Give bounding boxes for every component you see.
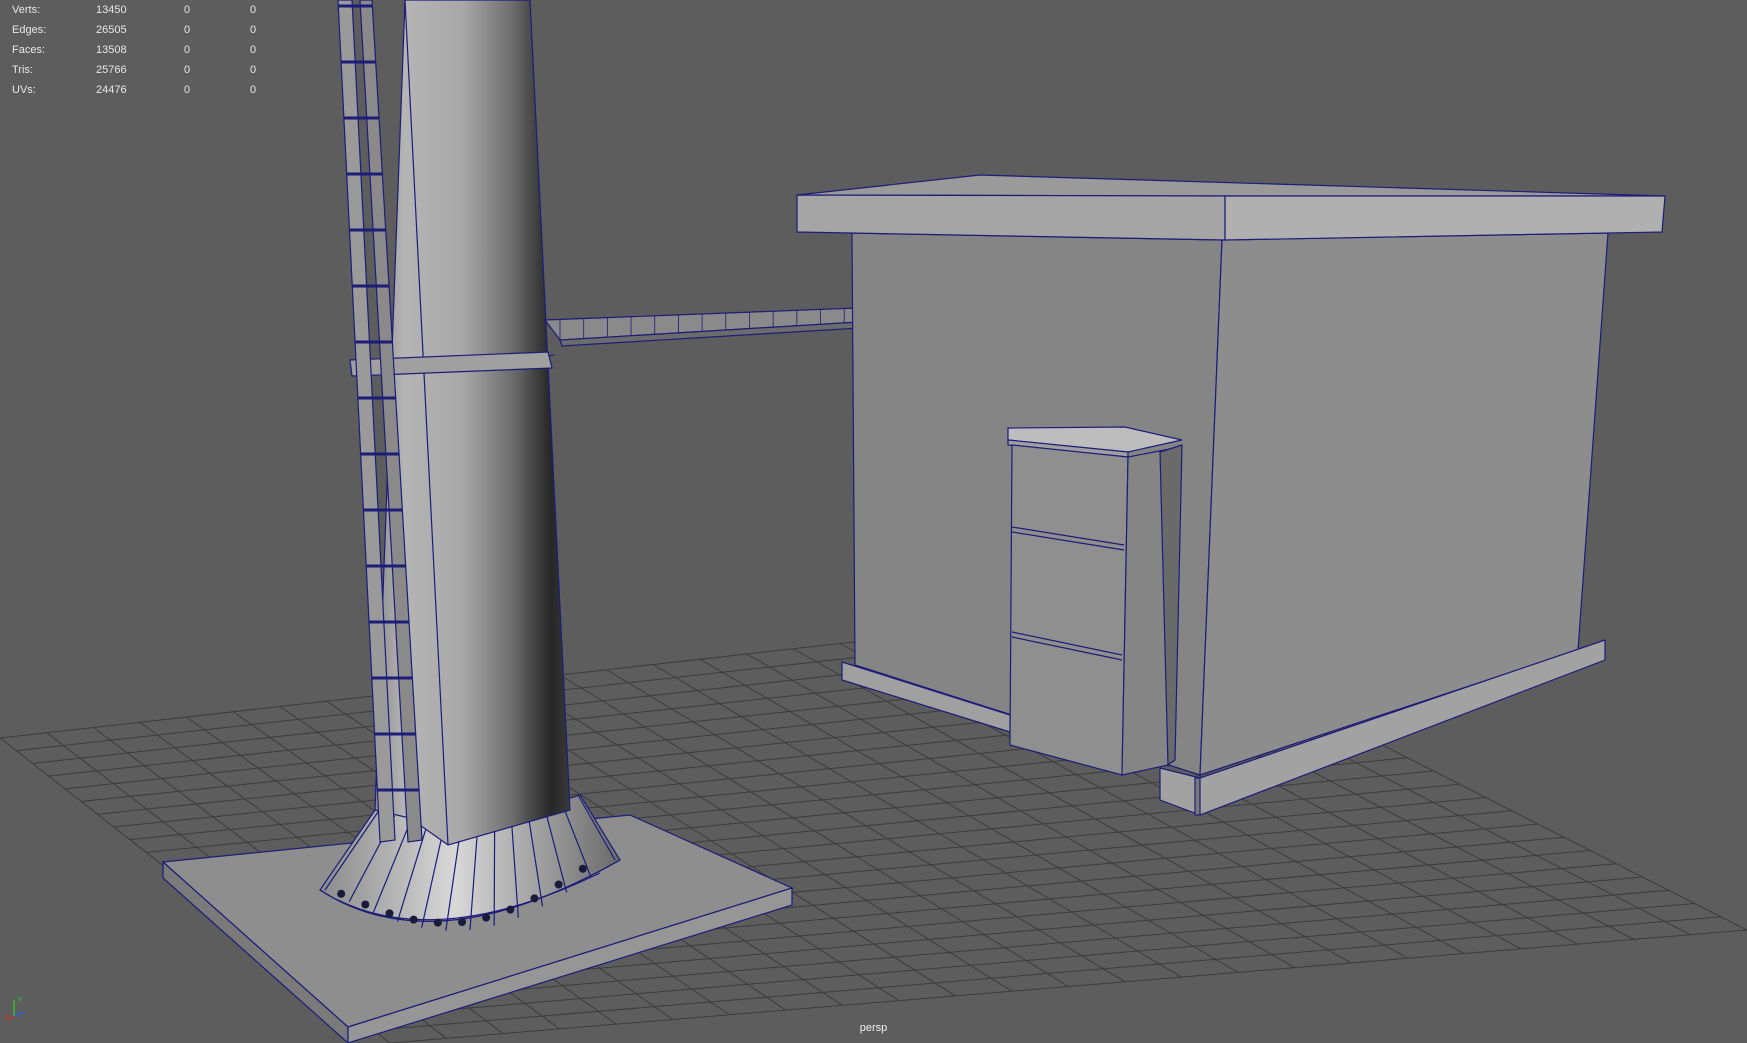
hud-value: 13508 [96,44,127,56]
hud-label: Edges: [12,24,47,36]
anchor-bolt [385,909,394,918]
hud-row-faces: Faces: 13508 0 0 [12,40,282,60]
hud-row-uvs: UVs: 24476 0 0 [12,80,282,100]
hud-value: 0 [250,84,257,96]
anchor-bolt [506,905,515,914]
hud-value: 0 [184,44,191,56]
anchor-bolt [433,918,442,927]
electrical-cabinet[interactable] [1007,426,1183,776]
hud-value: 0 [184,24,191,36]
anchor-bolt [578,864,587,873]
hud-label: UVs: [12,84,36,96]
hud-label: Tris: [12,64,33,76]
hud-value: 0 [250,4,257,16]
hud-row-verts: Verts: 13450 0 0 [12,0,282,20]
hud-value: 13450 [96,4,127,16]
utility-building[interactable] [796,174,1666,816]
hud-value: 0 [184,4,191,16]
anchor-bolt [530,894,539,903]
poly-count-hud: Verts: 13450 0 0 Edges: 26505 0 0 Faces:… [12,0,282,100]
hud-value: 26505 [96,24,127,36]
anchor-bolt [361,900,370,909]
anchor-bolt [554,880,563,889]
axis-y-label: y [18,994,22,1003]
anchor-bolt [409,915,418,924]
perspective-viewport[interactable] [0,0,1747,1043]
camera-name-label: persp [859,1022,888,1034]
flange-rib [493,821,496,926]
hud-value: 25766 [96,64,127,76]
anchor-bolt [458,918,466,926]
hud-value: 0 [184,84,191,96]
hud-label: Faces: [12,44,46,56]
hud-row-edges: Edges: 26505 0 0 [12,20,282,40]
hud-value: 0 [250,24,257,36]
hud-value: 0 [184,64,191,76]
hud-value: 24476 [96,84,127,96]
hud-value: 0 [250,64,257,76]
hud-row-tris: Tris: 25766 0 0 [12,60,282,80]
axis-gizmo-icon: y x [4,994,25,1021]
anchor-bolt [337,889,346,898]
axis-x-label: x [4,1013,8,1020]
hud-label: Verts: [12,4,41,16]
anchor-bolt [482,913,491,922]
hud-value: 0 [250,44,257,56]
